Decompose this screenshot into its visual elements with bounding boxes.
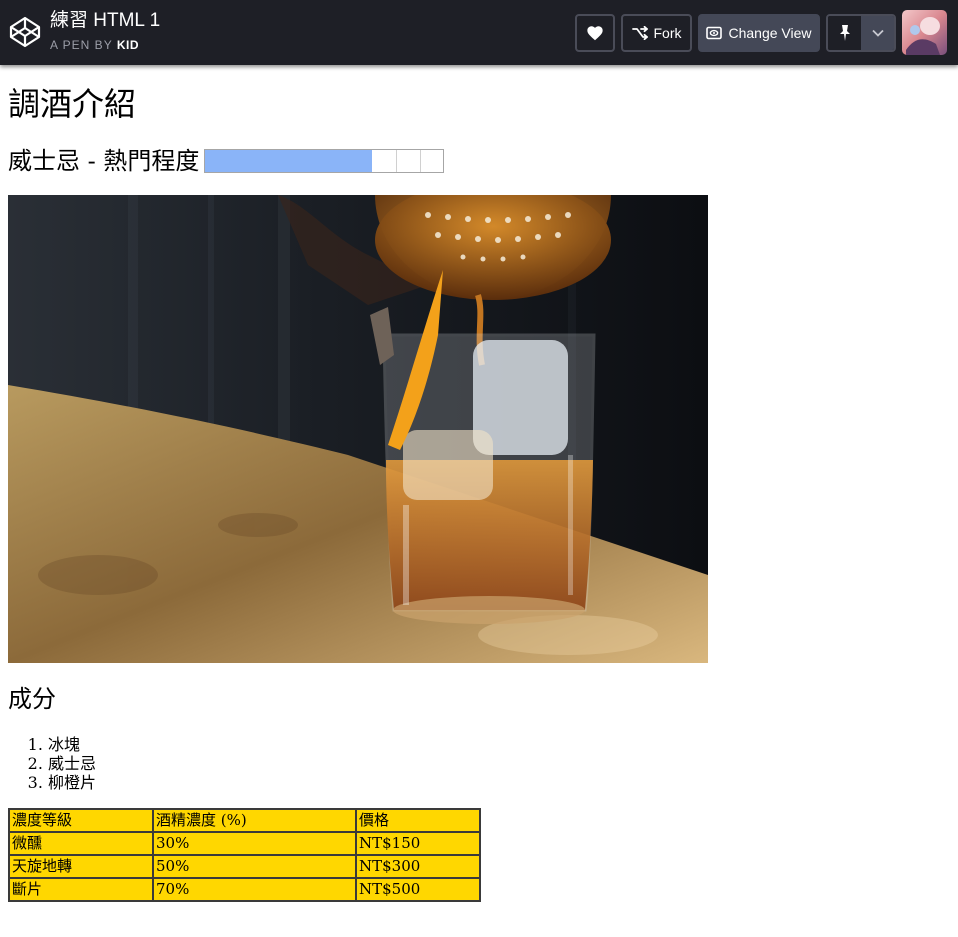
user-avatar[interactable] <box>902 10 947 55</box>
popularity-row: 威士忌 - 熱門程度 <box>8 146 445 176</box>
page-title: 調酒介紹 <box>8 85 137 123</box>
pen-title-text: 練習 HTML 1 <box>50 10 161 31</box>
table-header-row: 濃度等級 酒精濃度 (%) 價格 <box>8 808 481 833</box>
whiskey-photo <box>8 195 708 663</box>
table-cell: 50% <box>152 854 357 879</box>
popularity-meter-fill <box>205 150 372 172</box>
fork-label: Fork <box>653 25 682 41</box>
table-cell: NT$300 <box>355 854 481 879</box>
change-view-button[interactable]: Change View <box>698 14 820 52</box>
pin-button-group <box>826 14 896 52</box>
pin-button[interactable] <box>828 16 861 50</box>
table-header-cell: 濃度等級 <box>8 808 154 833</box>
table-row: 微醺 30% NT$150 <box>8 831 481 856</box>
table-cell: 天旋地轉 <box>8 854 154 879</box>
pin-icon <box>839 25 850 41</box>
table-cell: NT$150 <box>355 831 481 856</box>
codepen-logo-icon[interactable] <box>9 16 41 48</box>
table-cell: NT$500 <box>355 877 481 902</box>
table-cell: 斷片 <box>8 877 154 902</box>
change-view-icon <box>706 26 723 40</box>
table-cell: 70% <box>152 877 357 902</box>
change-view-label: Change View <box>728 25 812 41</box>
table-cell: 30% <box>152 831 357 856</box>
ingredient-item: 柳橙片 <box>48 773 96 792</box>
author-link[interactable]: KID <box>117 38 139 52</box>
meter-segment-divider <box>395 150 397 172</box>
byline-prefix: A PEN BY <box>50 38 113 52</box>
popularity-meter <box>204 149 445 173</box>
ingredients-list: 冰塊 威士忌 柳橙片 <box>8 735 96 792</box>
meter-segment-divider <box>419 150 421 172</box>
fork-icon <box>631 26 648 40</box>
heart-icon <box>587 26 603 41</box>
avatar-image <box>902 10 947 55</box>
pin-dropdown-button[interactable] <box>861 16 894 50</box>
ingredient-item: 威士忌 <box>48 754 96 773</box>
ingredients-heading: 成分 <box>8 685 56 713</box>
table-row: 斷片 70% NT$500 <box>8 877 481 902</box>
abv-price-table: 濃度等級 酒精濃度 (%) 價格 微醺 30% NT$150 天旋地轉 50% … <box>8 808 481 902</box>
ingredient-item: 冰塊 <box>48 735 96 754</box>
pen-title[interactable]: 練習 HTML 1 <box>50 9 160 33</box>
like-button[interactable] <box>575 14 615 52</box>
fork-button[interactable]: Fork <box>621 14 692 52</box>
table-cell: 微醺 <box>8 831 154 856</box>
table-row: 天旋地轉 50% NT$300 <box>8 854 481 879</box>
table-header-cell: 價格 <box>355 808 481 833</box>
chevron-down-icon <box>871 29 884 37</box>
codepen-header: 練習 HTML 1 A PEN BY KID Fork Change View <box>0 0 958 65</box>
pen-byline: A PEN BY KID <box>50 38 139 52</box>
popularity-label: 威士忌 - 熱門程度 <box>8 147 200 175</box>
table-header-cell: 酒精濃度 (%) <box>152 808 357 833</box>
